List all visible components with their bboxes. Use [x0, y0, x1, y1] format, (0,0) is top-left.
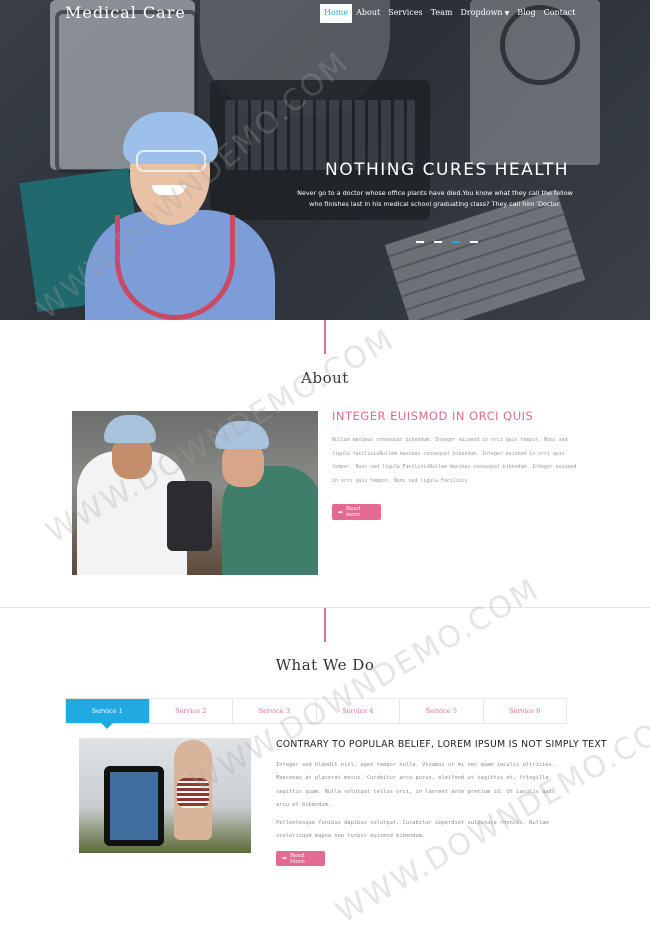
services-tabs: Service 1 Service 2 Service 3 Service 4 … [65, 698, 567, 729]
tab-service-6[interactable]: Service 6 [484, 699, 567, 723]
nav-item-dropdown-label: Dropdown [460, 8, 503, 17]
about-text: Nullam maximus consequat bibendum. Integ… [332, 437, 577, 484]
tab-service-1[interactable]: Service 1 [66, 699, 150, 729]
services-title: What We Do [275, 656, 375, 674]
tab-service-2[interactable]: Service 2 [150, 699, 233, 723]
image-cap-right [215, 421, 269, 449]
image-tablet-screen [110, 772, 158, 840]
nav-item-home[interactable]: Home [320, 4, 353, 23]
slider-dot[interactable] [470, 241, 478, 243]
share-icon: ➦ [338, 508, 344, 516]
image-cap-left [104, 415, 156, 443]
chevron-down-icon: ▼ [504, 10, 510, 17]
about-image [72, 411, 318, 575]
image-microscope [167, 481, 212, 551]
service-text: Integer sed blandit nisl, eget tempor nu… [276, 762, 556, 808]
service-image [79, 738, 251, 853]
section-accent-line [324, 320, 326, 354]
about-read-more-label: Read more [346, 506, 361, 518]
nav-item-dropdown[interactable]: Dropdown ▼ [456, 4, 513, 23]
hero-text: Never go to a doctor whose office plants… [297, 189, 573, 208]
nurse-smile [152, 185, 186, 195]
main-nav: Home About Services Team Dropdown ▼ Blog … [320, 4, 579, 23]
nurse-glasses [136, 150, 206, 172]
tab-service-3[interactable]: Service 3 [233, 699, 317, 723]
slider-indicators [416, 241, 478, 243]
nav-item-team[interactable]: Team [427, 4, 457, 23]
slider-dot[interactable] [434, 241, 442, 243]
brand-logo[interactable]: Medical Care [65, 3, 186, 22]
image-anatomy-ribs [177, 778, 209, 808]
about-title: About [301, 369, 349, 387]
nav-item-services[interactable]: Services [384, 4, 426, 23]
tab-service-4[interactable]: Service 4 [317, 699, 400, 723]
tab-service-5[interactable]: Service 5 [400, 699, 484, 723]
hero-slider: Medical Care Home About Services Team Dr… [0, 0, 650, 320]
about-heading: INTEGER EUISMOD IN ORCI QUIS [332, 409, 534, 423]
section-accent-line [324, 608, 326, 642]
hero-title: NOTHING CURES HEALTH [325, 160, 570, 180]
nav-item-blog[interactable]: Blog [513, 4, 539, 23]
slider-dot-active[interactable] [452, 241, 460, 243]
about-read-more-button[interactable]: ➦ Read more [332, 504, 381, 520]
service-read-more-label: Read More [290, 852, 305, 865]
service-text-secondary: Pellentesque finibus dapibus volutpat. C… [276, 820, 549, 840]
watermark: WWW.DOWNDEMO.COM [330, 701, 650, 930]
service-read-more-button[interactable]: ➦ Read More [276, 851, 325, 866]
service-heading: CONTRARY TO POPULAR BELIEF, LOREM IPSUM … [276, 739, 607, 750]
share-icon: ➦ [282, 855, 288, 862]
nav-item-about[interactable]: About [352, 4, 384, 23]
nav-item-contact[interactable]: Contact [540, 4, 580, 23]
slider-dot[interactable] [416, 241, 424, 243]
